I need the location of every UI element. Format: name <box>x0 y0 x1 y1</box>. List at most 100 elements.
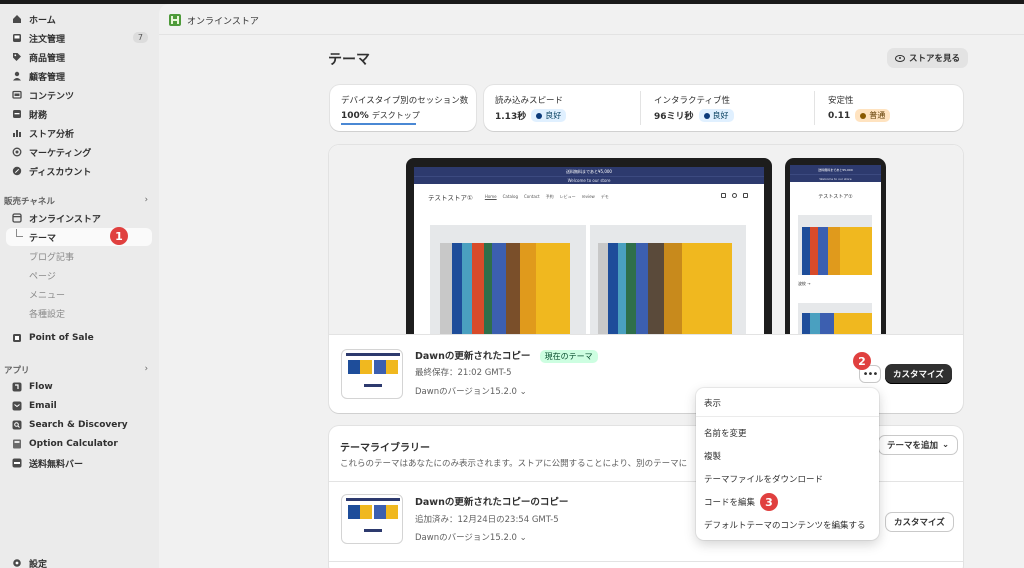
menu-item-duplicate[interactable]: 複製 <box>704 450 721 462</box>
sidebar-item-themes[interactable]: テーマ <box>6 228 152 246</box>
email-icon <box>12 401 22 411</box>
sidebar-item-email[interactable]: Email <box>6 397 152 415</box>
content-icon <box>12 90 22 100</box>
sidebar-item-orders[interactable]: 注文管理 7 <box>6 29 152 47</box>
sidebar-item-marketing[interactable]: マーケティング <box>6 143 152 161</box>
pos-icon <box>12 333 22 343</box>
menu-item-edit-default-content[interactable]: デフォルトテーマのコンテンツを編集する <box>704 519 866 531</box>
metric-value: 100% デスクトップ <box>341 110 420 121</box>
customize-button[interactable]: カスタマイズ <box>885 364 952 384</box>
metrics-card: 読み込みスピード 1.13秒 良好 インタラクティブ性 96ミリ秒 良好 安定性… <box>484 85 963 131</box>
sidebar-item-preferences[interactable]: 各種設定 <box>6 304 152 322</box>
sidebar-item-blog-posts[interactable]: ブログ記事 <box>6 247 152 265</box>
breadcrumb-label: オンラインストア <box>187 16 259 27</box>
library-theme-added: 追加済み：12月24日の23:54 GMT-5 <box>415 515 559 525</box>
sidebar-item-label: 商品管理 <box>29 53 66 64</box>
person-icon <box>12 71 22 81</box>
status-badge-good: 良好 <box>531 109 567 122</box>
metric-card-sessions[interactable]: デバイスタイプ別のセッション数 100% デスクトップ <box>330 85 476 131</box>
status-badge-fair: 普通 <box>855 109 891 122</box>
search-icon <box>12 420 22 430</box>
chevron-right-icon: › <box>144 195 148 205</box>
flow-icon <box>12 382 22 392</box>
sidebar-item-label: 設定 <box>29 559 48 568</box>
sidebar-item-discounts[interactable]: ディスカウント <box>6 162 152 180</box>
library-theme-version-toggle[interactable]: Dawnのバージョン15.2.0 ⌄ <box>415 531 527 543</box>
target-icon <box>12 147 22 157</box>
sidebar-item-label: ページ <box>29 271 56 282</box>
metric-label: デバイスタイプ別のセッション数 <box>341 96 469 106</box>
sidebar-item-online-store[interactable]: オンラインストア <box>6 209 152 227</box>
library-customize-button[interactable]: カスタマイズ <box>885 512 954 532</box>
metric-value: 96ミリ秒 良好 <box>654 109 734 122</box>
sidebar-item-search-discovery[interactable]: Search & Discovery <box>6 416 152 434</box>
sidebar-item-label: ストア分析 <box>29 129 75 140</box>
header-divider <box>159 34 1024 35</box>
current-theme-thumbnail <box>341 349 403 399</box>
discount-icon <box>12 166 22 176</box>
library-theme-name: Dawnの更新されたコピーのコピー <box>415 497 569 508</box>
sidebar-item-free-shipping-bar[interactable]: 送料無料バー <box>6 454 152 472</box>
chevron-down-icon: ⌄ <box>519 387 527 397</box>
sidebar-item-label: Point of Sale <box>29 333 94 343</box>
sidebar-item-label: 送料無料バー <box>29 459 84 470</box>
sidebar-item-label: マーケティング <box>29 148 92 159</box>
library-description: これらのテーマはあなたにのみ表示されます。ストアに公開することにより、別のテーマ… <box>340 459 688 469</box>
eye-icon <box>895 54 905 62</box>
sidebar-item-label: 各種設定 <box>29 309 66 320</box>
hero-image-right <box>590 225 746 335</box>
sidebar-item-option-calculator[interactable]: Option Calculator <box>6 435 152 453</box>
menu-item-edit-code[interactable]: コードを編集 <box>704 496 755 508</box>
sidebar-item-pos[interactable]: Point of Sale <box>6 329 152 347</box>
page-title: テーマ <box>328 52 370 68</box>
menu-item-rename[interactable]: 名前を変更 <box>704 427 747 439</box>
sidebar-item-settings[interactable]: 設定 <box>6 554 152 568</box>
add-theme-button[interactable]: テーマを追加 ⌄ <box>878 435 959 455</box>
sidebar-item-analytics[interactable]: ストア分析 <box>6 124 152 142</box>
current-theme-name: Dawnの更新されたコピー 現在のテーマ <box>415 348 598 363</box>
sidebar-item-label: メニュー <box>29 290 66 301</box>
metric-label: インタラクティブ性 <box>654 96 730 106</box>
status-badge-good: 良好 <box>698 109 734 122</box>
tag-icon <box>12 52 22 62</box>
sidebar-item-finance[interactable]: 財務 <box>6 105 152 123</box>
store-icon <box>12 213 22 223</box>
metric-label: 読み込みスピード <box>495 96 564 106</box>
finance-icon <box>12 109 22 119</box>
chevron-right-icon: › <box>144 364 148 374</box>
chevron-down-icon: ⌄ <box>942 440 950 450</box>
apps-header[interactable]: アプリ › <box>4 364 154 376</box>
sidebar-item-label: Option Calculator <box>29 439 118 449</box>
metric-value: 1.13秒 良好 <box>495 109 567 122</box>
sidebar-item-home[interactable]: ホーム <box>6 10 152 28</box>
mobile-preview: 送料無料まであと¥5,000 Welcome to our store テストス… <box>785 158 886 335</box>
menu-item-view[interactable]: 表示 <box>704 397 721 409</box>
current-theme-badge: 現在のテーマ <box>539 350 598 363</box>
last-saved-text: 最終保存：21:02 GMT-5 <box>415 368 512 378</box>
sidebar-item-customers[interactable]: 顧客管理 <box>6 67 152 85</box>
step-badge-3: 3 <box>760 493 778 511</box>
sidebar-item-content[interactable]: コンテンツ <box>6 86 152 104</box>
sidebar-item-label: ディスカウント <box>29 167 92 178</box>
sidebar-item-navigation[interactable]: メニュー <box>6 285 152 303</box>
sidebar-item-pages[interactable]: ページ <box>6 266 152 284</box>
library-theme-thumbnail <box>341 494 403 544</box>
menu-item-download[interactable]: テーマファイルをダウンロード <box>704 473 823 485</box>
sidebar-item-label: ブログ記事 <box>29 252 75 263</box>
sidebar-item-label: 顧客管理 <box>29 72 66 83</box>
theme-actions-menu: 表示 名前を変更 複製 テーマファイルをダウンロード コードを編集 デフォルトテ… <box>696 388 879 540</box>
desktop-preview: 送料無料まであと¥5,000 Welcome to our store テストス… <box>406 158 772 335</box>
breadcrumb[interactable]: オンラインストア <box>169 12 259 28</box>
view-store-button[interactable]: ストアを見る <box>887 48 969 68</box>
theme-preview[interactable]: 送料無料まであと¥5,000 Welcome to our store テストス… <box>329 145 963 335</box>
online-store-logo-icon <box>169 14 181 26</box>
sidebar-item-label: Flow <box>29 382 53 392</box>
sales-channels-header[interactable]: 販売チャネル › <box>4 195 154 207</box>
hero-image-left <box>430 225 586 335</box>
sidebar-item-flow[interactable]: Flow <box>6 378 152 396</box>
theme-version-toggle[interactable]: Dawnのバージョン15.2.0 ⌄ <box>415 385 527 397</box>
sidebar-item-label: Email <box>29 401 57 411</box>
sidebar: ホーム 注文管理 7 商品管理 顧客管理 コンテンツ 財務 ストア分析 マーケテ… <box>0 4 159 568</box>
sidebar-item-products[interactable]: 商品管理 <box>6 48 152 66</box>
app-icon <box>12 458 22 468</box>
